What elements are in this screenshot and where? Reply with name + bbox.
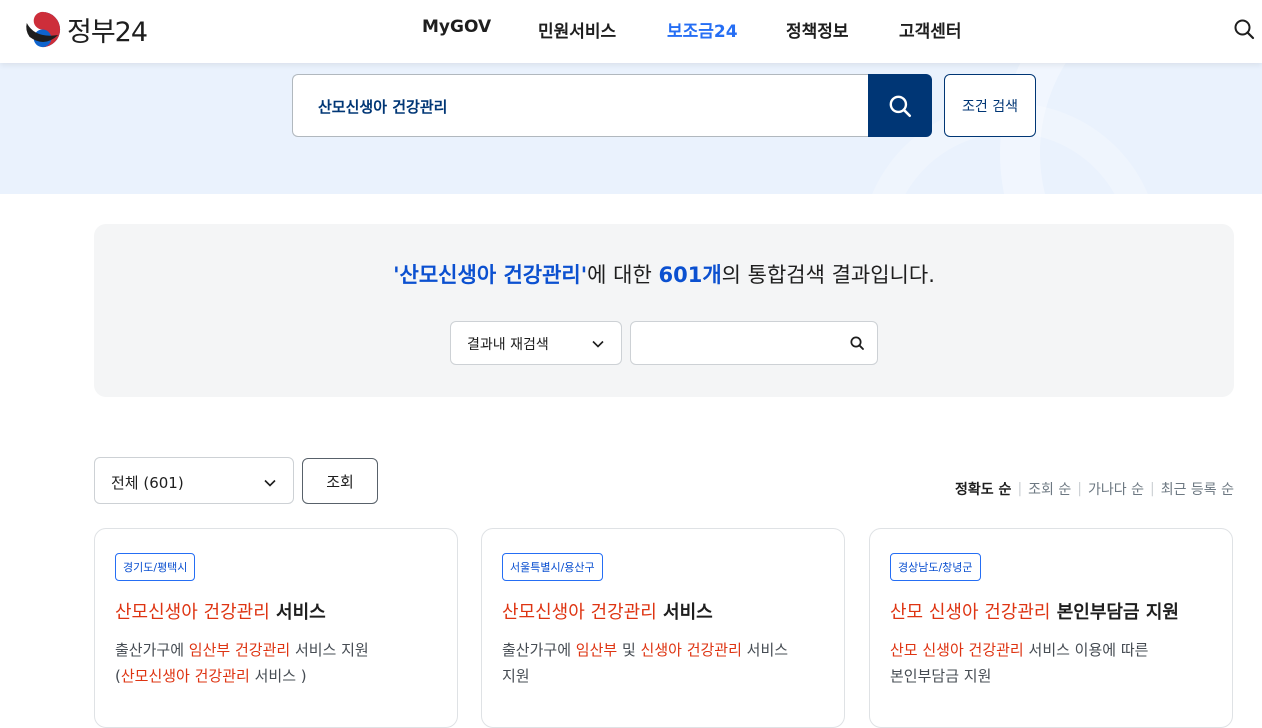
sort-options: 정확도 순 | 조회 순 | 가나다 순 | 최근 등록 순 [955, 479, 1234, 499]
card-title[interactable]: 산모 신생아 건강관리 본인부담금 지원 [890, 598, 1179, 624]
desc-highlight: 산모신생아 건강관리 [120, 667, 250, 685]
title-highlight: 산모신생아 건강관리 [502, 602, 657, 623]
search-banner: 산모신생아 건강관리 조건 검색 [0, 63, 1262, 194]
region-tag: 경상남도/창녕군 [890, 553, 981, 581]
nav-item-mygov[interactable]: MyGOV [422, 17, 491, 37]
title-highlight: 산모신생아 건강관리 [115, 602, 270, 623]
result-count: 601개 [658, 263, 722, 287]
nav-item-civil-service[interactable]: 민원서비스 [538, 17, 616, 42]
search-button[interactable] [868, 74, 932, 137]
query-highlight: '산모신생아 건강관리' [393, 263, 588, 287]
condition-search-button[interactable]: 조건 검색 [944, 74, 1036, 137]
card-title[interactable]: 산모신생아 건강관리 서비스 [502, 598, 713, 624]
card-description: 출산가구에 임산부 건강관리 서비스 지원 (산모신생아 건강관리 서비스 ) [115, 637, 445, 689]
desc-text: 출산가구에 [115, 641, 189, 659]
result-summary: '산모신생아 건강관리'에 대한 601개의 통합검색 결과입니다. 결과내 재… [94, 224, 1234, 397]
category-filter-select[interactable]: 전체 (601) [94, 457, 294, 504]
desc-text: 서비스 이용에 따른 [1023, 641, 1149, 659]
sort-accuracy[interactable]: 정확도 순 [955, 479, 1011, 499]
card-description: 산모 신생아 건강관리 서비스 이용에 따른 본인부담금 지원 [890, 637, 1220, 689]
main-nav: MyGOV 민원서비스 보조금24 정책정보 고객센터 [0, 0, 1262, 57]
search-value: 산모신생아 건강관리 [318, 98, 448, 116]
query-button[interactable]: 조회 [302, 458, 378, 504]
region-tag: 경기도/평택시 [115, 553, 196, 581]
nav-item-customer-center[interactable]: 고객센터 [899, 17, 962, 42]
summary-text-part: 의 통합검색 결과입니다. [721, 263, 935, 287]
desc-highlight: 신생아 건강관리 [640, 641, 742, 659]
desc-highlight: 산모 신생아 건강관리 [890, 641, 1024, 659]
desc-text: 본인부담금 지원 [890, 667, 992, 685]
title-rest: 서비스 [269, 602, 326, 623]
desc-highlight: 임산부 [188, 641, 231, 659]
desc-text: 출산가구에 [502, 641, 576, 659]
title-highlight: 산모 신생아 건강관리 [890, 602, 1051, 623]
divider: | [1149, 481, 1155, 497]
desc-text: 서비스 [741, 641, 789, 659]
sort-recent[interactable]: 최근 등록 순 [1161, 479, 1234, 499]
chevron-down-icon [592, 340, 604, 348]
nav-item-policy-info[interactable]: 정책정보 [786, 17, 849, 42]
nav-item-subsidy24[interactable]: 보조금24 [667, 17, 738, 42]
refine-search-field[interactable] [630, 321, 878, 365]
card-description: 출산가구에 임산부 및 신생아 건강관리 서비스 지원 [502, 637, 832, 689]
desc-text: 서비스 ) [249, 667, 307, 685]
site-header: 정부24 MyGOV 민원서비스 보조금24 정책정보 고객센터 [0, 0, 1262, 63]
sort-alphabetical[interactable]: 가나다 순 [1088, 479, 1144, 499]
refine-select-label: 결과내 재검색 [467, 337, 549, 353]
filter-select-label: 전체 (601) [111, 474, 184, 492]
card-title[interactable]: 산모신생아 건강관리 서비스 [115, 598, 326, 624]
divider: | [1077, 481, 1082, 497]
desc-text: 지원 [502, 667, 530, 685]
refine-search-select[interactable]: 결과내 재검색 [450, 321, 622, 365]
desc-text: 및 [617, 641, 641, 659]
refine-search-input[interactable] [639, 328, 839, 358]
search-icon[interactable] [1232, 17, 1256, 41]
result-card[interactable]: 경기도/평택시 산모신생아 건강관리 서비스 출산가구에 임산부 건강관리 서비… [94, 528, 458, 728]
result-card[interactable]: 경상남도/창녕군 산모 신생아 건강관리 본인부담금 지원 산모 신생아 건강관… [869, 528, 1233, 728]
desc-text: 서비스 지원 [290, 641, 369, 659]
divider: | [1017, 481, 1023, 497]
desc-highlight: 건강관리 [234, 641, 291, 659]
result-card[interactable]: 서울특별시/용산구 산모신생아 건강관리 서비스 출산가구에 임산부 및 신생아… [481, 528, 845, 728]
title-rest: 서비스 [656, 602, 713, 623]
chevron-down-icon [264, 479, 276, 487]
title-rest: 본인부담금 지원 [1050, 602, 1179, 623]
sort-views[interactable]: 조회 순 [1028, 479, 1071, 499]
result-summary-text: '산모신생아 건강관리'에 대한 601개의 통합검색 결과입니다. [94, 259, 1234, 289]
desc-highlight: 임산부 [575, 641, 618, 659]
summary-text-part: 에 대한 [587, 263, 659, 287]
main-search-input[interactable]: 산모신생아 건강관리 [292, 74, 868, 137]
region-tag: 서울특별시/용산구 [502, 553, 603, 581]
search-icon[interactable] [849, 335, 865, 351]
search-icon [889, 95, 912, 117]
